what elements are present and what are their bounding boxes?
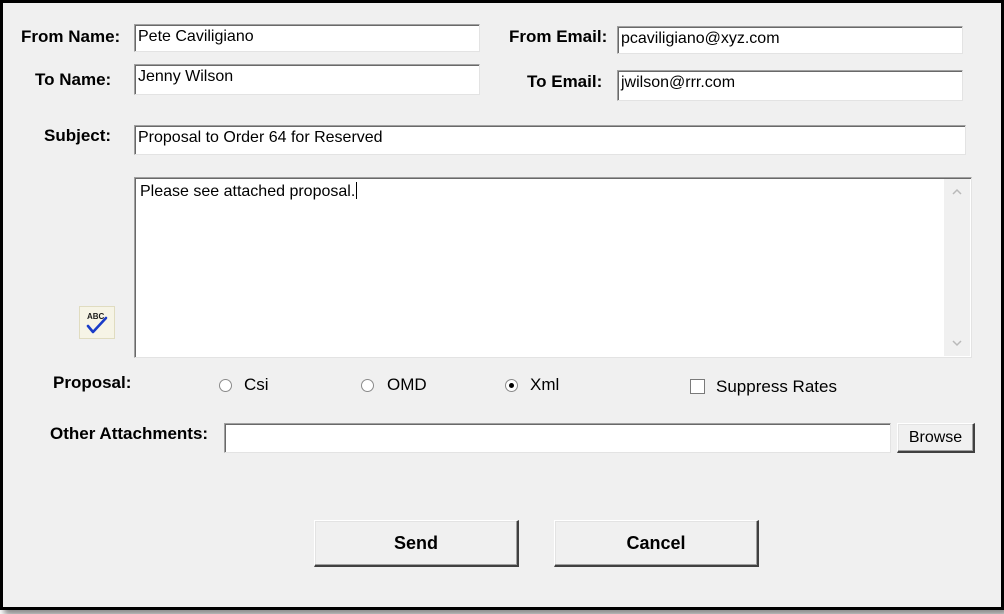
to-name-label: To Name: [35,70,112,89]
subject-label: Subject: [44,126,112,145]
spellcheck-icon[interactable]: ABC [79,306,115,339]
from-email-label: From Email: [509,27,608,46]
radio-omd[interactable] [361,379,374,392]
send-button[interactable]: Send [314,520,519,567]
scroll-up-arrow-icon[interactable] [950,185,964,199]
radio-omd-label[interactable]: OMD [387,375,427,395]
cancel-button[interactable]: Cancel [554,520,759,567]
to-email-input[interactable]: jwilson@rrr.com [617,70,963,101]
email-proposal-dialog: From Name: Pete Caviligiano From Email: … [0,0,1004,610]
suppress-rates-label[interactable]: Suppress Rates [716,377,837,397]
svg-text:ABC: ABC [87,312,105,321]
spellcheck-glyph-icon: ABC [86,312,108,334]
from-email-input[interactable]: pcaviligiano@xyz.com [617,26,963,54]
other-attachments-label: Other Attachments: [50,424,209,443]
scroll-down-arrow-icon[interactable] [950,336,964,350]
proposal-label: Proposal: [53,373,132,392]
browse-button[interactable]: Browse [897,423,975,453]
radio-xml-label[interactable]: Xml [530,375,559,395]
from-name-input[interactable]: Pete Caviligiano [134,24,480,52]
radio-csi[interactable] [219,379,232,392]
message-body-scrollbar[interactable] [944,179,970,356]
from-name-label: From Name: [21,27,121,46]
message-body-textarea[interactable]: Please see attached proposal. [134,177,972,358]
radio-selected-dot [509,383,514,388]
text-caret [356,182,358,199]
to-email-label: To Email: [527,72,603,91]
radio-xml[interactable] [505,379,518,392]
subject-input[interactable]: Proposal to Order 64 for Reserved [134,125,966,155]
message-body-text: Please see attached proposal. [140,182,358,200]
radio-csi-label[interactable]: Csi [244,375,269,395]
suppress-rates-checkbox[interactable] [690,379,705,394]
to-name-input[interactable]: Jenny Wilson [134,64,480,95]
other-attachments-input[interactable] [224,423,891,453]
